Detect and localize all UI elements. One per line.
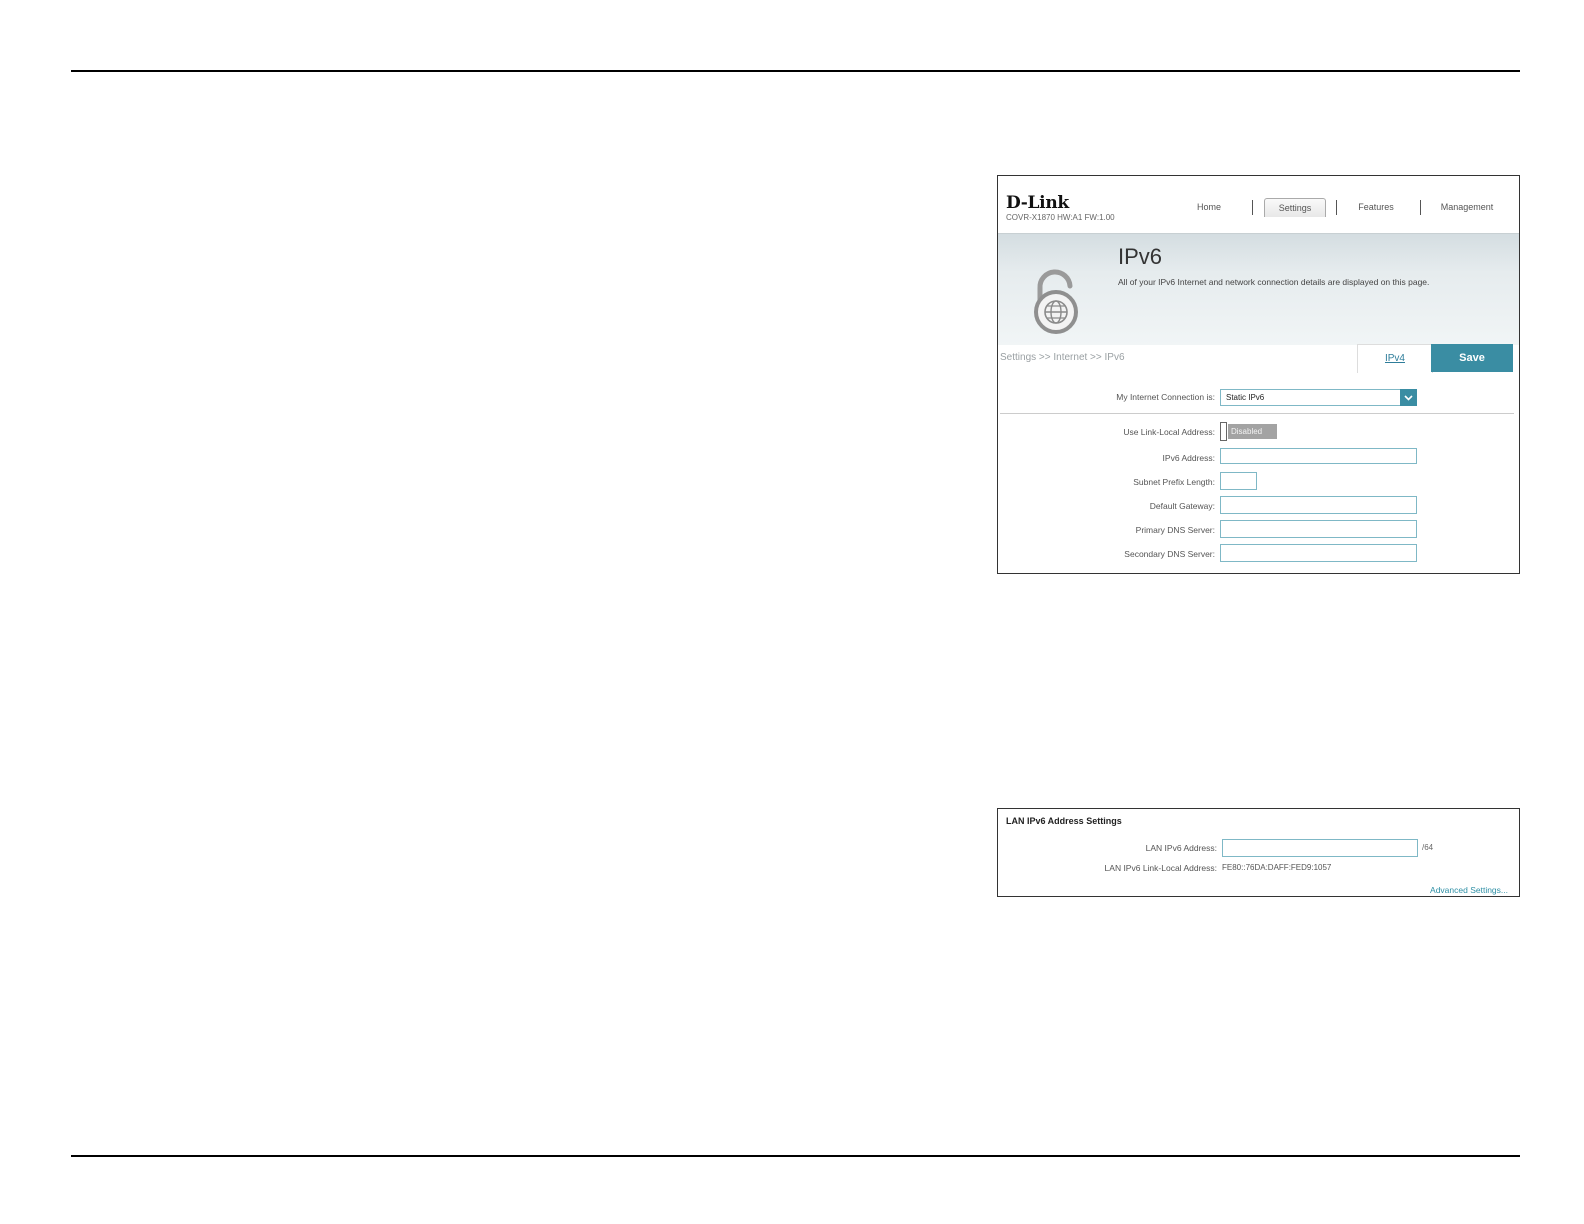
top-nav: Home Settings Features Management <box>1188 198 1509 220</box>
prefix-suffix: /64 <box>1422 843 1434 852</box>
advanced-settings-link[interactable]: Advanced Settings... <box>1430 885 1508 895</box>
lan-ipv6-address-input[interactable] <box>1222 839 1418 857</box>
chevron-down-icon[interactable] <box>1400 389 1417 406</box>
default-gateway-label: Default Gateway: <box>1149 501 1215 511</box>
breadcrumb: Settings >> Internet >> IPv6 <box>1000 352 1125 363</box>
nav-separator <box>1252 200 1253 215</box>
link-local-label: Use Link-Local Address: <box>1123 427 1215 437</box>
primary-dns-label: Primary DNS Server: <box>1135 525 1215 535</box>
model-info: COVR-X1870 HW:A1 FW:1.00 <box>1006 213 1115 222</box>
page-banner: IPv6 All of your IPv6 Internet and netwo… <box>998 233 1519 345</box>
connection-type-select[interactable]: Static IPv6 <box>1220 389 1417 406</box>
connection-type-label: My Internet Connection is: <box>1116 392 1215 402</box>
ipv6-lock-globe-icon <box>1034 269 1078 334</box>
lan-link-local-label: LAN IPv6 Link-Local Address: <box>1104 863 1217 873</box>
lan-ipv6-settings-screenshot: LAN IPv6 Address Settings LAN IPv6 Addre… <box>997 808 1520 897</box>
nav-home[interactable]: Home <box>1188 198 1230 216</box>
page-bottom-rule <box>71 1155 1520 1157</box>
primary-dns-input[interactable] <box>1220 520 1417 538</box>
subnet-prefix-input[interactable] <box>1220 472 1257 490</box>
page-description: All of your IPv6 Internet and network co… <box>1118 277 1430 287</box>
page-title: IPv6 <box>1118 244 1163 269</box>
secondary-dns-input[interactable] <box>1220 544 1417 562</box>
secondary-dns-label: Secondary DNS Server: <box>1124 549 1215 559</box>
nav-features[interactable]: Features <box>1346 198 1406 216</box>
toggle-state-label: Disabled <box>1228 424 1277 439</box>
ipv6-address-input[interactable] <box>1220 448 1417 464</box>
subnet-prefix-label: Subnet Prefix Length: <box>1133 477 1215 487</box>
nav-separator <box>1420 200 1421 215</box>
default-gateway-input[interactable] <box>1220 496 1417 514</box>
section-divider <box>1000 413 1514 414</box>
link-local-toggle[interactable]: Disabled <box>1220 422 1277 441</box>
ipv6-settings-screenshot: D-Link COVR-X1870 HW:A1 FW:1.00 Home Set… <box>997 175 1520 574</box>
section-title: LAN IPv6 Address Settings <box>1006 816 1122 826</box>
save-button[interactable]: Save <box>1431 344 1513 372</box>
lan-link-local-value: FE80::76DA:DAFF:FED9:1057 <box>1222 863 1332 872</box>
toggle-knob[interactable] <box>1220 422 1227 441</box>
nav-separator <box>1336 200 1337 215</box>
tab-ipv4-link[interactable]: IPv4 <box>1357 344 1433 373</box>
nav-settings[interactable]: Settings <box>1264 198 1326 217</box>
dlink-logo: D-Link <box>1006 193 1069 213</box>
ipv6-address-label: IPv6 Address: <box>1162 453 1215 463</box>
lan-ipv6-address-label: LAN IPv6 Address: <box>1145 843 1217 853</box>
nav-management[interactable]: Management <box>1428 198 1506 216</box>
connection-type-value: Static IPv6 <box>1226 393 1265 402</box>
page-top-rule <box>71 70 1520 72</box>
